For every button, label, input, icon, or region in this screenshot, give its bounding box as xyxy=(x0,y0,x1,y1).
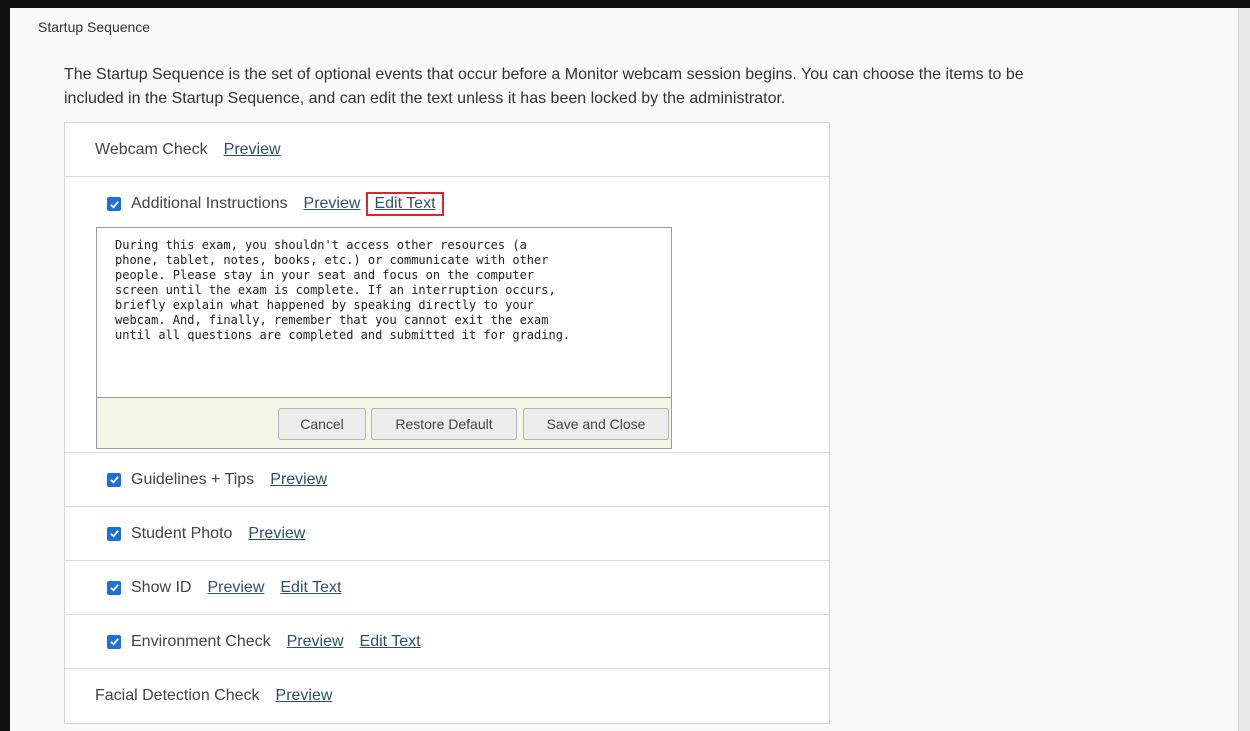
item-label: Show ID xyxy=(131,578,192,596)
checkmark-icon xyxy=(109,530,119,538)
startup-sequence-list: Webcam Check Preview Additional Instruct… xyxy=(64,122,830,724)
preview-link-environment-check[interactable]: Preview xyxy=(287,633,344,651)
instructions-editor: During this exam, you shouldn't access o… xyxy=(96,227,672,449)
item-label: Additional Instructions xyxy=(131,195,288,212)
checkbox-environment-check[interactable] xyxy=(107,634,121,649)
additional-instructions-header: Additional Instructions Preview Edit Tex… xyxy=(107,192,444,216)
item-facial-detection-check: Facial Detection Check Preview xyxy=(65,669,829,723)
preview-link-facial-detection-check[interactable]: Preview xyxy=(276,687,333,705)
editor-button-bar: Cancel Restore Default Save and Close xyxy=(97,398,671,448)
cancel-button[interactable]: Cancel xyxy=(278,408,366,440)
item-additional-instructions: Additional Instructions Preview Edit Tex… xyxy=(65,177,829,453)
section-description: The Startup Sequence is the set of optio… xyxy=(64,66,1024,107)
save-and-close-button[interactable]: Save and Close xyxy=(523,408,669,440)
edit-text-link-additional-instructions[interactable]: Edit Text xyxy=(366,192,444,216)
item-environment-check: Environment Check Preview Edit Text xyxy=(65,615,829,669)
item-label: Webcam Check xyxy=(95,140,208,158)
settings-panel: Startup Sequence The Startup Sequence is… xyxy=(10,8,1238,731)
item-webcam-check: Webcam Check Preview xyxy=(65,123,829,177)
item-show-id: Show ID Preview Edit Text xyxy=(65,561,829,615)
edit-text-link-environment-check[interactable]: Edit Text xyxy=(360,633,421,651)
edit-text-link-show-id[interactable]: Edit Text xyxy=(280,579,341,597)
checkmark-icon xyxy=(109,200,119,209)
window-left-border xyxy=(0,0,10,731)
preview-link-additional-instructions[interactable]: Preview xyxy=(304,195,361,213)
preview-link-show-id[interactable]: Preview xyxy=(207,579,264,597)
item-guidelines-tips: Guidelines + Tips Preview xyxy=(65,453,829,507)
checkbox-guidelines-tips[interactable] xyxy=(107,472,121,487)
item-student-photo: Student Photo Preview xyxy=(65,507,829,561)
checkbox-additional-instructions[interactable] xyxy=(107,197,121,211)
checkmark-icon xyxy=(109,476,119,484)
scrollbar-track[interactable] xyxy=(1238,8,1250,731)
restore-default-button[interactable]: Restore Default xyxy=(371,408,517,440)
window-top-border xyxy=(0,0,1250,8)
checkbox-show-id[interactable] xyxy=(107,580,121,595)
preview-link-guidelines-tips[interactable]: Preview xyxy=(270,471,327,489)
preview-link-student-photo[interactable]: Preview xyxy=(248,525,305,543)
section-title: Startup Sequence xyxy=(38,19,151,35)
item-label: Guidelines + Tips xyxy=(131,470,255,488)
item-label: Facial Detection Check xyxy=(95,687,260,704)
item-label: Environment Check xyxy=(131,632,271,650)
instructions-textarea[interactable]: During this exam, you shouldn't access o… xyxy=(97,228,671,398)
checkmark-icon xyxy=(109,638,119,646)
checkmark-icon xyxy=(109,584,119,592)
item-label: Student Photo xyxy=(131,524,233,542)
preview-link-webcam-check[interactable]: Preview xyxy=(224,141,281,159)
checkbox-student-photo[interactable] xyxy=(107,526,121,541)
